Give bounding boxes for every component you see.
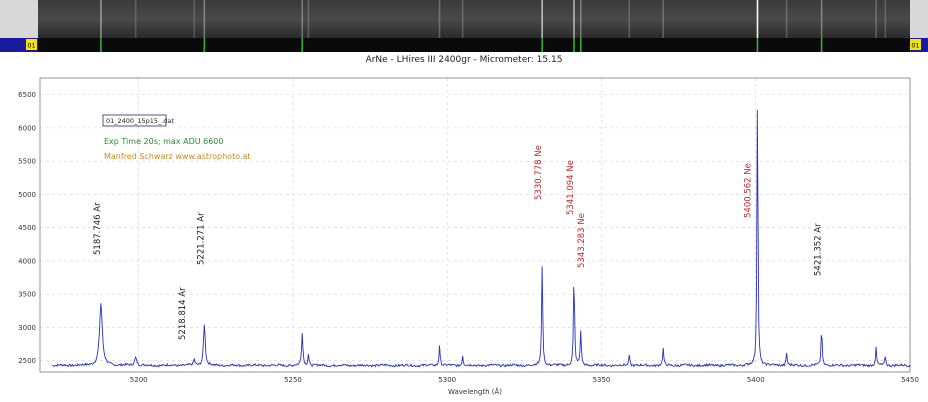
strip-emission-line [541, 0, 543, 38]
strip-emission-line [100, 0, 102, 38]
spectral-line-label: 5343.283 Ne [577, 213, 587, 268]
y-tick-label: 6000 [18, 124, 36, 132]
file-box [102, 114, 167, 127]
spectrum-series [52, 109, 911, 368]
y-tick-label: 4500 [18, 224, 36, 232]
strip-emission-line [875, 0, 877, 38]
spectral-line-label: 5187.746 Ar [93, 202, 103, 255]
y-axis-ticks: 2500 3000 3500 4000 4500 5000 5500 6000 6500 [18, 91, 36, 365]
strip-marker [579, 38, 582, 52]
strip-emission-line [662, 0, 664, 38]
strip-emission-line [785, 0, 788, 38]
strip-marker [820, 38, 823, 52]
y-tick-label: 5500 [18, 158, 36, 166]
strip-emission-line [193, 0, 196, 38]
strip-emission-line [301, 0, 304, 38]
x-tick-label: 5450 [901, 376, 919, 384]
author-text: Manfred Schwarz www.astrophoto.at [104, 152, 251, 161]
strip-marker [301, 38, 304, 52]
spectrum-strip: 01 01 [0, 0, 928, 52]
spectral-line-label: 5221.271 Ar [196, 212, 206, 265]
y-tick-label: 4000 [18, 257, 36, 265]
x-tick-label: 5400 [747, 376, 765, 384]
strip-emission-line [628, 0, 631, 38]
file-box-text: 01_2400_15p15_.dat [106, 117, 174, 125]
spectral-line-label: 5341.094 Ne [566, 160, 576, 215]
strip-image [38, 0, 910, 38]
strip-emission-line [884, 0, 887, 38]
y-tick-label: 5000 [18, 191, 36, 199]
strip-emission-line [438, 0, 441, 38]
strip-badge-right-text: 01 [911, 42, 919, 50]
y-tick-label: 3000 [18, 324, 36, 332]
y-tick-label: 6500 [18, 91, 36, 99]
strip-emission-line [579, 0, 582, 38]
x-axis-ticks: 5200 5250 5300 5350 5400 5450 [130, 376, 919, 384]
x-axis-label: Wavelength (Å) [448, 387, 502, 396]
strip-dark-band [38, 38, 910, 52]
strip-emission-line [134, 0, 137, 38]
line-labels: 5187.746 Ar 5218.814 Ar 5221.271 Ar 5330.77… [93, 145, 824, 340]
grid [40, 78, 911, 372]
strip-emission-line [820, 0, 823, 38]
exp-time-text: Exp Time 20s; max ADU 6600 [104, 137, 223, 146]
x-tick-label: 5200 [130, 376, 148, 384]
strip-emission-line [461, 0, 464, 38]
spectral-line-label: 5400.562 Ne [744, 163, 754, 218]
chart-title: ArNe - LHires III 2400gr - Micrometer: 1… [365, 55, 563, 65]
x-tick-label: 5300 [438, 376, 456, 384]
strip-marker [573, 38, 575, 52]
y-tick-label: 3500 [18, 291, 36, 299]
strip-marker [541, 38, 543, 52]
spectral-line-label: 5421.352 Ar [814, 223, 824, 276]
strip-marker [756, 38, 759, 52]
strip-emission-line [756, 0, 759, 38]
strip-badge-left-text: 01 [27, 42, 35, 50]
strip-emission-line [573, 0, 575, 38]
strip-emission-line [203, 0, 206, 38]
strip-marker [203, 38, 206, 52]
spectral-line-label: 5330.778 Ne [534, 145, 544, 200]
strip-marker [100, 38, 102, 52]
spectral-line-label: 5218.814 Ar [178, 287, 188, 340]
y-tick-label: 2500 [18, 357, 36, 365]
x-tick-label: 5250 [284, 376, 302, 384]
x-tick-label: 5350 [593, 376, 611, 384]
plot-frame [39, 77, 911, 373]
strip-emission-line [307, 0, 310, 38]
